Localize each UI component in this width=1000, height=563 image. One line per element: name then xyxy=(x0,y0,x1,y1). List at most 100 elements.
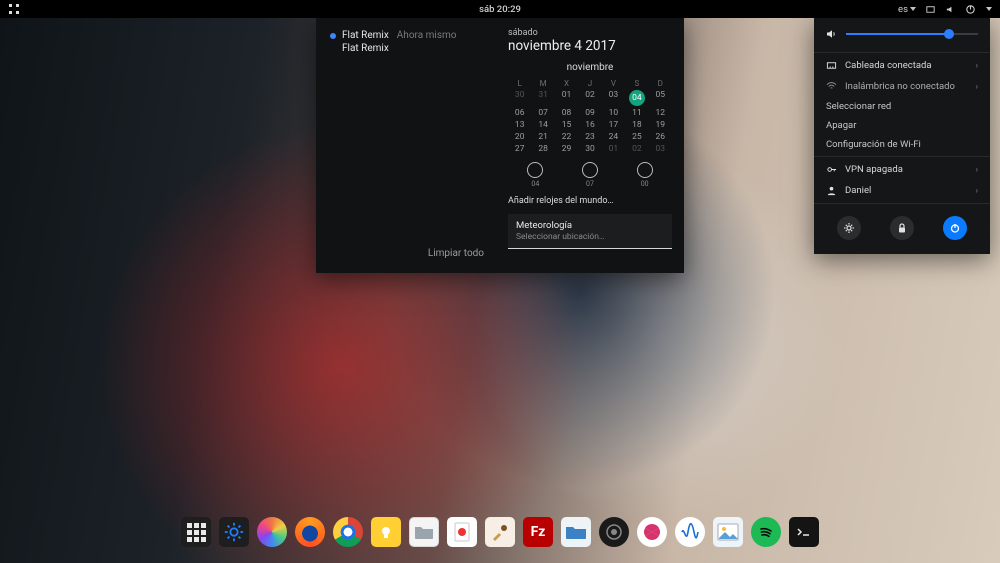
calendar-day[interactable]: 30 xyxy=(578,144,601,154)
calendar-day[interactable]: 23 xyxy=(578,132,601,142)
calendar-day[interactable]: 15 xyxy=(555,120,578,130)
calendar-day[interactable]: 11 xyxy=(625,108,648,118)
world-clock[interactable]: 07 xyxy=(582,162,598,188)
dock-chrome[interactable] xyxy=(333,517,363,547)
chevron-right-icon: › xyxy=(976,165,978,174)
calendar-month[interactable]: noviembre xyxy=(508,62,672,73)
system-menu-popup: Cableada conectada › Inalámbrica no cone… xyxy=(814,18,990,254)
dock-apps-button[interactable] xyxy=(181,517,211,547)
wifi-label: Inalámbrica no conectado xyxy=(845,81,955,92)
dock-notes[interactable] xyxy=(371,517,401,547)
calendar-day[interactable]: 20 xyxy=(508,132,531,142)
notifications-pane: Flat Remix Ahora mismo Flat Remix Limpia… xyxy=(316,18,496,273)
activities-icon[interactable] xyxy=(8,3,20,15)
volume-row xyxy=(814,28,990,50)
calendar-day-other[interactable]: 31 xyxy=(531,90,554,106)
dock-docs[interactable] xyxy=(447,517,477,547)
lock-button[interactable] xyxy=(890,216,914,240)
dock-builder[interactable] xyxy=(485,517,515,547)
calendar-day[interactable]: 24 xyxy=(602,132,625,142)
calendar-day[interactable]: 17 xyxy=(602,120,625,130)
dock-gallery[interactable] xyxy=(713,517,743,547)
calendar-dow: L xyxy=(508,79,531,88)
calendar-day[interactable]: 12 xyxy=(649,108,672,118)
weather-card[interactable]: Meteorología Seleccionar ubicación… xyxy=(508,214,672,249)
chevron-right-icon: › xyxy=(976,82,978,91)
user-icon xyxy=(826,185,837,196)
calendar-day[interactable]: 14 xyxy=(531,120,554,130)
calendar-day[interactable]: 01 xyxy=(555,90,578,106)
calendar-day-other[interactable]: 30 xyxy=(508,90,531,106)
add-world-clocks-button[interactable]: Añadir relojes del mundo… xyxy=(508,196,672,206)
calendar-day-other[interactable]: 01 xyxy=(602,144,625,154)
world-clock[interactable]: 00 xyxy=(637,162,653,188)
world-clock[interactable]: 04 xyxy=(527,162,543,188)
gear-icon xyxy=(843,222,855,234)
dock-audio[interactable] xyxy=(675,517,705,547)
volume-icon[interactable] xyxy=(944,3,956,15)
calendar-day[interactable]: 25 xyxy=(625,132,648,142)
chevron-right-icon: › xyxy=(976,61,978,70)
dock-color[interactable] xyxy=(257,517,287,547)
select-network-item[interactable]: Seleccionar red xyxy=(814,97,990,116)
ethernet-icon xyxy=(826,60,837,71)
dock: Fz xyxy=(171,511,829,553)
keyboard-layout-indicator[interactable]: es xyxy=(898,4,916,15)
calendar-dow: D xyxy=(649,79,672,88)
clear-all-button[interactable]: Limpiar todo xyxy=(428,242,486,263)
wifi-item[interactable]: Inalámbrica no conectado › xyxy=(814,76,990,97)
dock-filezilla[interactable]: Fz xyxy=(523,517,553,547)
calendar-day-other[interactable]: 02 xyxy=(625,144,648,154)
calendar-day[interactable]: 19 xyxy=(649,120,672,130)
calendar-day[interactable]: 29 xyxy=(555,144,578,154)
settings-button[interactable] xyxy=(837,216,861,240)
calendar-day[interactable]: 22 xyxy=(555,132,578,142)
calendar-dow: J xyxy=(578,79,601,88)
chevron-down-icon[interactable] xyxy=(986,7,992,11)
calendar-day[interactable]: 16 xyxy=(578,120,601,130)
calendar-day[interactable]: 05 xyxy=(649,90,672,106)
power-icon[interactable] xyxy=(964,3,976,15)
network-icon[interactable] xyxy=(924,3,936,15)
dock-obs[interactable] xyxy=(599,517,629,547)
clock-label[interactable]: sáb 20:29 xyxy=(479,4,521,15)
calendar-dayname: sábado xyxy=(508,28,672,38)
calendar-day[interactable]: 04 xyxy=(625,90,648,106)
dock-settings[interactable] xyxy=(219,517,249,547)
power-button[interactable] xyxy=(943,216,967,240)
dock-firefox[interactable] xyxy=(295,517,325,547)
volume-slider[interactable] xyxy=(846,33,978,35)
terminal-icon xyxy=(795,525,813,539)
calendar-day[interactable]: 08 xyxy=(555,108,578,118)
wired-network-item[interactable]: Cableada conectada › xyxy=(814,55,990,76)
calendar-day[interactable]: 07 xyxy=(531,108,554,118)
calendar-grid[interactable]: LMXJVSD303101020304050607080910111213141… xyxy=(508,79,672,154)
vpn-item[interactable]: VPN apagada › xyxy=(814,159,990,180)
calendar-day[interactable]: 18 xyxy=(625,120,648,130)
calendar-day[interactable]: 13 xyxy=(508,120,531,130)
dock-lollypop[interactable] xyxy=(637,517,667,547)
dock-terminal[interactable] xyxy=(789,517,819,547)
wifi-settings-item[interactable]: Configuración de Wi-Fi xyxy=(814,135,990,154)
notification-item[interactable]: Flat Remix xyxy=(342,43,486,54)
calendar-day[interactable]: 06 xyxy=(508,108,531,118)
obs-icon xyxy=(605,523,623,541)
calendar-day[interactable]: 28 xyxy=(531,144,554,154)
power-off-item[interactable]: Apagar xyxy=(814,116,990,135)
calendar-day[interactable]: 02 xyxy=(578,90,601,106)
user-item[interactable]: Daniel › xyxy=(814,180,990,201)
dock-files[interactable] xyxy=(409,517,439,547)
calendar-day[interactable]: 10 xyxy=(602,108,625,118)
notification-item[interactable]: Flat Remix Ahora mismo xyxy=(330,30,486,41)
dock-filemanager[interactable] xyxy=(561,517,591,547)
calendar-day[interactable]: 09 xyxy=(578,108,601,118)
calendar-day-other[interactable]: 03 xyxy=(649,144,672,154)
dock-spotify[interactable] xyxy=(751,517,781,547)
calendar-day[interactable]: 03 xyxy=(602,90,625,106)
calendar-day[interactable]: 21 xyxy=(531,132,554,142)
pinwheel-icon xyxy=(641,521,663,543)
calendar-day[interactable]: 26 xyxy=(649,132,672,142)
calendar-day[interactable]: 27 xyxy=(508,144,531,154)
chevron-right-icon: › xyxy=(976,186,978,195)
wifi-icon xyxy=(826,81,837,92)
